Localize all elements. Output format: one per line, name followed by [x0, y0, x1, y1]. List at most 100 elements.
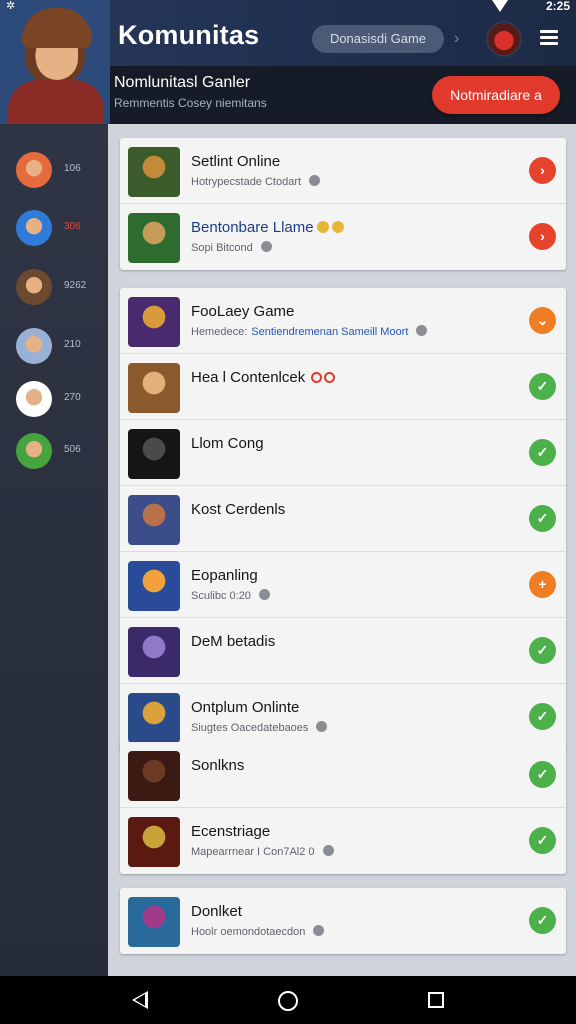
arrow-right-icon[interactable]: ›	[529, 223, 556, 250]
game-subtitle: Hotrypecstade Ctodart	[191, 175, 321, 188]
check-icon[interactable]: ✓	[529, 637, 556, 664]
sidebar-item[interactable]: 506	[14, 431, 104, 471]
sidebar-count: 210	[64, 339, 81, 350]
game-title: Hea l Contenlcek	[191, 369, 337, 386]
game-subtitle: Hoolr oemondotaecdon	[191, 925, 325, 938]
list-item[interactable]: DeM betadis ✓	[120, 618, 566, 684]
check-icon[interactable]: ✓	[529, 827, 556, 854]
list-item[interactable]: Llom Cong ✓	[120, 420, 566, 486]
chevron-down-icon[interactable]: ⌄	[529, 307, 556, 334]
sidebar-game-thumbnail	[16, 328, 52, 364]
game-title-text: Hea l Contenlcek	[191, 369, 306, 386]
check-icon[interactable]: ✓	[529, 373, 556, 400]
sidebar-count: 270	[64, 392, 81, 403]
game-subtitle: Sculibc 0:20	[191, 589, 270, 602]
game-title-text: Sonlkns	[191, 757, 245, 774]
banner-subtitle: Remmentis Cosey niemitans	[114, 96, 267, 110]
game-thumbnail	[128, 693, 180, 743]
subtitle-prefix: Hemedece:	[191, 326, 248, 338]
list-item[interactable]: Sonlkns ✓	[120, 742, 566, 808]
info-icon	[260, 241, 272, 252]
sidebar-item[interactable]: 106	[14, 150, 104, 190]
game-title: Eopanling	[191, 567, 258, 584]
sidebar-item[interactable]: 306	[14, 208, 104, 248]
game-title: Sonlkns	[191, 757, 244, 774]
sidebar-count: 106	[64, 163, 81, 174]
game-card: FooLaey Game Hemedece: Sentiendremenan Sam…	[120, 288, 566, 750]
wifi-icon	[492, 0, 508, 12]
recents-icon[interactable]	[428, 992, 444, 1008]
arrow-right-icon[interactable]: ›	[529, 157, 556, 184]
check-icon[interactable]: ✓	[529, 703, 556, 730]
status-time: 2:25	[545, 0, 570, 13]
info-icon	[258, 589, 270, 600]
page-title: Komunitas	[118, 20, 260, 50]
list-item[interactable]: Ontplum Onlinte Siugtes Oacedatebaoes ✓	[120, 684, 566, 750]
list-item[interactable]: Kost Cerdenls ✓	[120, 486, 566, 552]
profile-icon[interactable]	[486, 21, 522, 57]
game-thumbnail	[128, 147, 180, 197]
sidebar: 106 306 9262 210 270 506	[0, 124, 108, 976]
info-icon	[416, 325, 428, 336]
sidebar-count: 9262	[64, 280, 87, 291]
sidebar-game-thumbnail	[16, 152, 52, 188]
check-icon[interactable]: ✓	[529, 761, 556, 788]
list-item[interactable]: Donlket Hoolr oemondotaecdon ✓	[120, 888, 566, 954]
avatar[interactable]	[0, 0, 110, 124]
game-title: Ecenstriage	[191, 823, 270, 840]
home-icon[interactable]	[278, 991, 298, 1011]
game-thumbnail	[128, 363, 180, 413]
list-item[interactable]: Bentonbare Llame Sopi Bitcond ›	[120, 204, 566, 270]
game-title: FooLaey Game	[191, 303, 294, 320]
notification-icon: ✲	[6, 0, 16, 12]
game-card: Sonlkns ✓ Ecenstriage Mapearrnear I Con7Al2…	[120, 742, 566, 874]
live-indicator-icon	[311, 369, 337, 386]
list-item[interactable]: FooLaey Game Hemedece: Sentiendremenan Sam…	[120, 288, 566, 354]
plus-icon[interactable]: +	[529, 571, 556, 598]
game-subtitle: Siugtes Oacedatebaoes	[191, 721, 328, 734]
list-item[interactable]: Eopanling Sculibc 0:20 +	[120, 552, 566, 618]
list-item[interactable]: Hea l Contenlcek ✓	[120, 354, 566, 420]
game-title-text: Llom Cong	[191, 435, 264, 452]
game-card: Setlint Online Hotrypecstade Ctodart › Bent…	[120, 138, 566, 270]
sidebar-game-thumbnail	[16, 269, 52, 305]
sidebar-game-thumbnail	[16, 210, 52, 246]
chevron-right-icon[interactable]: ›	[454, 30, 459, 48]
game-thumbnail	[128, 627, 180, 677]
check-icon[interactable]: ✓	[529, 907, 556, 934]
game-title-text: Ecenstriage	[191, 823, 271, 840]
game-title: Ontplum Onlinte	[191, 699, 299, 716]
subtitle-text: Siugtes Oacedatebaoes	[191, 722, 309, 734]
info-icon	[316, 721, 328, 732]
subtitle-text: Hoolr oemondotaecdon	[191, 926, 306, 938]
subtitle-text: Sculibc 0:20	[191, 590, 251, 602]
subtitle-link[interactable]: Sentiendremenan Sameill Moort	[251, 326, 408, 338]
game-thumbnail	[128, 751, 180, 801]
menu-icon[interactable]	[540, 30, 558, 46]
game-title: Kost Cerdenls	[191, 501, 285, 518]
list-item[interactable]: Setlint Online Hotrypecstade Ctodart ›	[120, 138, 566, 204]
game-thumbnail	[128, 561, 180, 611]
notifications-button[interactable]: Notmiradiare a	[432, 76, 560, 114]
game-title-text: Ontplum Onlinte	[191, 699, 300, 716]
check-icon[interactable]: ✓	[529, 439, 556, 466]
game-title-text: Donlket	[191, 903, 242, 920]
check-icon[interactable]: ✓	[529, 505, 556, 532]
info-icon	[322, 845, 334, 856]
sidebar-item[interactable]: 210	[14, 326, 104, 366]
subtitle-text: Mapearrnear I Con7Al2 0	[191, 846, 315, 858]
sidebar-item[interactable]: 9262	[14, 267, 104, 307]
banner-title: Nomlunitasl Ganler	[114, 74, 251, 91]
game-title: Llom Cong	[191, 435, 264, 452]
sidebar-item[interactable]: 270	[14, 379, 104, 419]
game-title: Bentonbare Llame	[191, 219, 344, 236]
donation-search-button[interactable]: Donasisdi Game	[312, 25, 444, 53]
back-icon[interactable]	[132, 991, 148, 1009]
game-thumbnail	[128, 817, 180, 867]
subtitle-text: Sopi Bitcond	[191, 242, 253, 254]
status-bar: ✲ 2:25	[0, 0, 576, 14]
game-subtitle: Sopi Bitcond	[191, 241, 272, 254]
system-nav-bar	[0, 976, 576, 1024]
list-item[interactable]: Ecenstriage Mapearrnear I Con7Al2 0 ✓	[120, 808, 566, 874]
game-thumbnail	[128, 429, 180, 479]
